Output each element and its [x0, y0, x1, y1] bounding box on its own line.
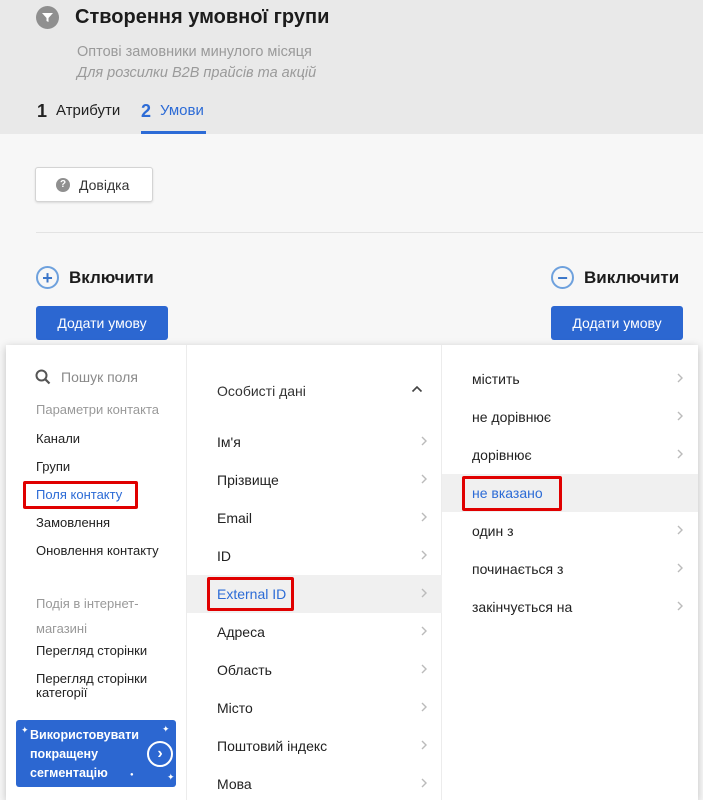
field-item[interactable]: Email [187, 499, 442, 537]
field-search[interactable]: Пошук поля [35, 369, 138, 385]
menu-item-orders[interactable]: Замовлення [36, 516, 110, 530]
tab-label: Атрибути [56, 102, 121, 119]
menu-item-page-view[interactable]: Перегляд сторінки [36, 644, 147, 658]
sparkle-icon: ✦ [167, 772, 175, 782]
field-label: Адреса [217, 624, 265, 640]
operator-label: закінчується на [472, 599, 573, 615]
operator-item[interactable]: один з [442, 512, 698, 550]
operator-item[interactable]: закінчується на [442, 588, 698, 626]
tab-conditions[interactable]: 2 Умови [141, 100, 206, 134]
tab-attributes[interactable]: 1 Атрибути [37, 100, 120, 134]
field-item[interactable]: ID [187, 537, 442, 575]
group-header: Параметри контакта [36, 402, 159, 417]
exclude-section-header: − Виключити [551, 266, 679, 289]
chevron-right-icon [421, 702, 427, 712]
filter-icon [36, 6, 59, 29]
include-section-header: + Включити [36, 266, 154, 289]
chevron-right-icon [421, 626, 427, 636]
chevron-right-icon [421, 740, 427, 750]
section-title[interactable]: Особисті дані [217, 383, 306, 399]
operator-item[interactable]: починається з [442, 550, 698, 588]
add-include-condition-button[interactable]: Додати умову [36, 306, 168, 340]
highlight-box [207, 577, 294, 611]
field-label: Місто [217, 700, 253, 716]
tab-number: 1 [37, 101, 48, 121]
group-header: Подія в інтернет-магазині [36, 596, 139, 636]
field-item[interactable]: Прізвище [187, 461, 442, 499]
tab-label: Умови [160, 102, 204, 119]
chevron-right-icon [421, 550, 427, 560]
advanced-segmentation-banner[interactable]: ✦ ✦ ✦ ● Використовувати покращену сегмен… [16, 720, 176, 787]
chevron-right-icon [677, 563, 683, 573]
sparkle-icon: ✦ [162, 724, 170, 734]
field-label: Ім'я [217, 434, 241, 450]
question-icon: ? [56, 177, 70, 192]
field-item[interactable]: Місто [187, 689, 442, 727]
field-item[interactable]: Адреса [187, 613, 442, 651]
include-label: Включити [69, 267, 154, 287]
field-item[interactable]: Поштовий індекс [187, 727, 442, 765]
banner-text: Використовувати покращену сегментацію [30, 728, 139, 780]
chevron-right-icon[interactable]: › [147, 741, 173, 767]
chevron-right-icon [421, 588, 427, 598]
operator-label: не дорівнює [472, 409, 552, 425]
operator-column: містить не дорівнює дорівнює не вказано … [442, 345, 698, 800]
operator-item[interactable]: містить [442, 360, 698, 398]
field-item[interactable]: Ім'я [187, 423, 442, 461]
field-label: Область [217, 662, 272, 678]
chevron-right-icon [421, 664, 427, 674]
search-icon [35, 369, 51, 385]
exclude-label: Виключити [584, 267, 680, 287]
chevron-right-icon [421, 436, 427, 446]
chevron-right-icon [677, 373, 683, 383]
operator-item[interactable]: не дорівнює [442, 398, 698, 436]
chevron-right-icon [421, 474, 427, 484]
operator-label: містить [472, 371, 520, 387]
field-item[interactable]: Область [187, 651, 442, 689]
field-label: Поштовий індекс [217, 738, 328, 754]
operator-label: починається з [472, 561, 564, 577]
chevron-right-icon [421, 512, 427, 522]
chevron-right-icon [677, 601, 683, 611]
chevron-right-icon [421, 778, 427, 788]
field-label: Email [217, 510, 253, 526]
help-button[interactable]: ? Довідка [35, 167, 153, 202]
add-exclude-condition-button[interactable]: Додати умову [551, 306, 683, 340]
field-list-column: Особисті дані Ім'я Прізвище Email ID Ext… [186, 345, 442, 800]
divider [36, 232, 703, 233]
field-label: Мова [217, 776, 252, 792]
minus-icon: − [551, 266, 574, 289]
highlight-box [23, 481, 138, 509]
help-label: Довідка [79, 176, 130, 193]
group-description: Для розсилки B2B прайсів та акцій [77, 65, 317, 81]
chevron-right-icon [677, 411, 683, 421]
menu-item-category-page-view[interactable]: Перегляд сторінки категорії [36, 672, 171, 700]
field-item[interactable]: Мова [187, 765, 442, 800]
search-placeholder: Пошук поля [61, 369, 138, 385]
tab-number: 2 [141, 101, 152, 121]
menu-item-groups[interactable]: Групи [36, 460, 70, 474]
chevron-right-icon [677, 525, 683, 535]
menu-item-contact-update[interactable]: Оновлення контакту [36, 544, 159, 558]
highlight-box [462, 476, 562, 511]
operator-item[interactable]: дорівнює [442, 436, 698, 474]
operator-label: дорівнює [472, 447, 532, 463]
page-title: Створення умовної групи [75, 6, 330, 28]
operator-label: один з [472, 523, 514, 539]
condition-picker: Пошук поля Параметри контакта Канали Гру… [6, 345, 698, 800]
sparkle-icon: ✦ [21, 725, 29, 735]
plus-icon: + [36, 266, 59, 289]
field-label: ID [217, 548, 231, 564]
chevron-up-icon[interactable] [411, 383, 423, 395]
group-name: Оптові замовники минулого місяця [77, 44, 312, 60]
chevron-right-icon [677, 449, 683, 459]
page-header: Створення умовної групи Оптові замовники… [0, 0, 703, 134]
field-label: Прізвище [217, 472, 279, 488]
field-category-column: Пошук поля Параметри контакта Канали Гру… [6, 345, 186, 800]
menu-item-channels[interactable]: Канали [36, 432, 80, 446]
